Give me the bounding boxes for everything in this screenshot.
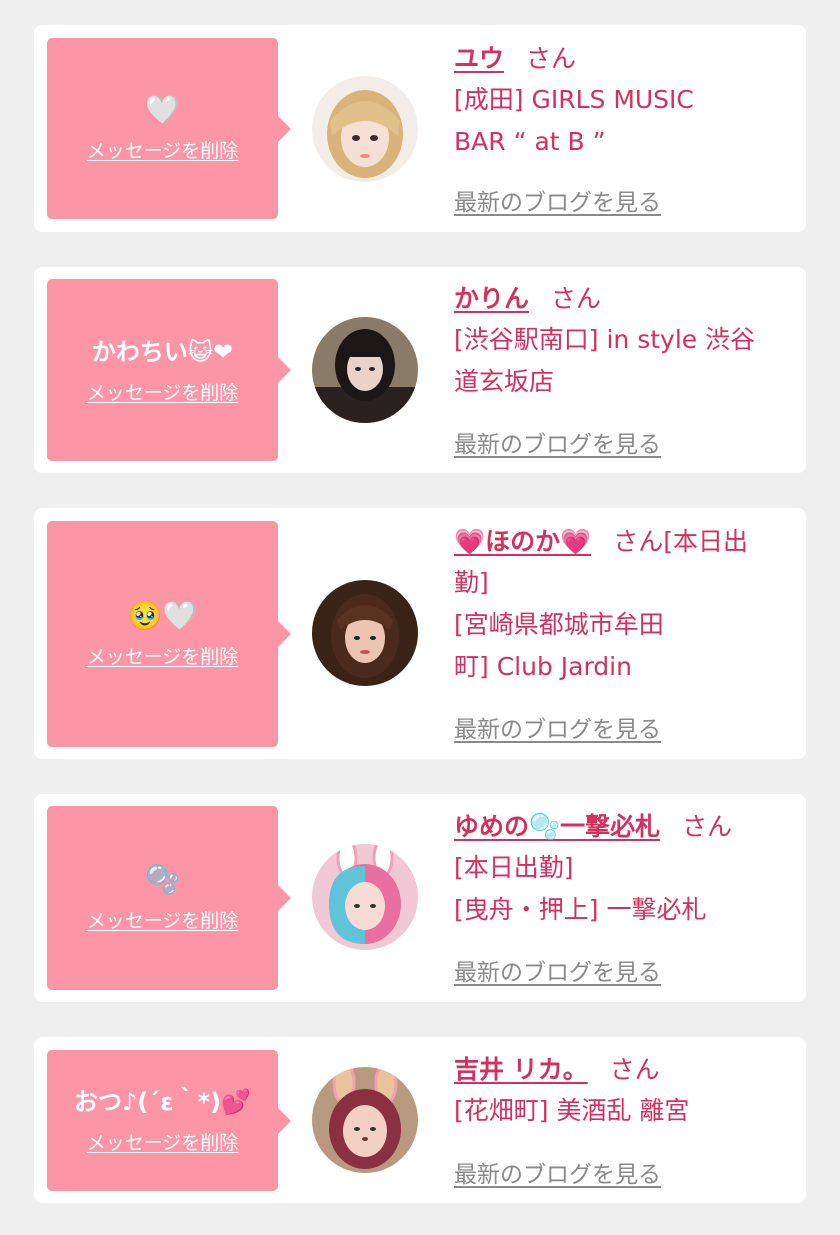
latest-blog-link[interactable]: 最新のブログを見る xyxy=(454,183,661,217)
avatar[interactable] xyxy=(312,580,418,686)
shop-line: [花畑町] 美酒乱 離宮 xyxy=(454,1096,690,1125)
delete-message-link[interactable]: メッセージを削除 xyxy=(87,136,239,163)
message-text: 🥹🤍 xyxy=(127,598,198,632)
latest-blog-link[interactable]: 最新のブログを見る xyxy=(454,1155,661,1189)
cast-name-link[interactable]: ゆめの🫧一撃必札 xyxy=(454,812,660,841)
avatar[interactable] xyxy=(312,76,418,182)
honorific: さん xyxy=(682,812,733,841)
avatar[interactable] xyxy=(312,844,418,950)
avatar[interactable] xyxy=(312,1067,418,1173)
message-bubble: おつ♪(´ε｀*)💕 メッセージを削除 xyxy=(47,1050,291,1191)
cast-name-link[interactable]: 吉井 リカ。 xyxy=(454,1055,588,1084)
shop-line: BAR “ at B ” xyxy=(454,127,606,156)
cast-info: 💗ほのか💗 さん[本日出 勤] [宮崎県都城市牟田 町] Club Jardin xyxy=(454,522,789,688)
message-text: 🤍 xyxy=(145,93,180,126)
message-text: おつ♪(´ε｀*)💕 xyxy=(73,1088,252,1116)
shop-line: [渋谷駅南口] in style 渋谷 xyxy=(454,325,756,354)
avatar[interactable] xyxy=(312,317,418,423)
shop-line: 道玄坂店 xyxy=(454,367,555,396)
latest-blog-link[interactable]: 最新のブログを見る xyxy=(454,953,661,987)
honorific: さん xyxy=(526,44,577,73)
honorific: さん xyxy=(551,284,602,313)
delete-message-link[interactable]: メッセージを削除 xyxy=(87,1128,239,1155)
cast-info: ユウ さん [成田] GIRLS MUSIC BAR “ at B ” xyxy=(454,39,789,163)
message-bubble: 🤍 メッセージを削除 xyxy=(47,38,291,219)
cast-info: 吉井 リカ。 さん [花畑町] 美酒乱 離宮 xyxy=(454,1050,789,1132)
message-card: おつ♪(´ε｀*)💕 メッセージを削除 吉井 リカ。 さん [花畑町] 美酒乱 離… xyxy=(34,1037,806,1203)
message-card: 🫧 メッセージを削除 ゆめの🫧一撃必札 さん [本日出勤] [曳舟・押上] 一撃必… xyxy=(34,794,806,1002)
delete-message-link[interactable]: メッセージを削除 xyxy=(87,906,239,933)
shop-line: [曳舟・押上] 一撃必札 xyxy=(454,895,707,924)
shop-line: [成田] GIRLS MUSIC xyxy=(454,85,694,114)
shop-line: 勤] xyxy=(454,568,489,597)
delete-message-link[interactable]: メッセージを削除 xyxy=(87,642,239,669)
honorific: さん xyxy=(609,1055,660,1084)
message-card: かわちい😺❤ メッセージを削除 かりん さん [渋谷駅南口] in style 渋… xyxy=(34,267,806,473)
message-bubble: 🥹🤍 メッセージを削除 xyxy=(47,521,291,747)
message-bubble: かわちい😺❤ メッセージを削除 xyxy=(47,279,291,461)
shop-line: [本日出勤] xyxy=(454,853,574,882)
cast-info: ゆめの🫧一撃必札 さん [本日出勤] [曳舟・押上] 一撃必札 xyxy=(454,807,789,931)
cast-name-link[interactable]: かりん xyxy=(454,284,529,313)
honorific: さん[本日出 xyxy=(613,527,749,556)
message-card: 🥹🤍 メッセージを削除 💗ほのか💗 さん[本日出 勤] [宮崎県都城市牟田 町] … xyxy=(34,508,806,759)
message-text: 🫧 xyxy=(145,862,180,896)
message-bubble: 🫧 メッセージを削除 xyxy=(47,806,291,990)
delete-message-link[interactable]: メッセージを削除 xyxy=(87,378,239,405)
latest-blog-link[interactable]: 最新のブログを見る xyxy=(454,425,661,459)
latest-blog-link[interactable]: 最新のブログを見る xyxy=(454,710,661,744)
cast-info: かりん さん [渋谷駅南口] in style 渋谷 道玄坂店 xyxy=(454,279,789,403)
shop-line: 町] Club Jardin xyxy=(454,652,632,681)
message-card: 🤍 メッセージを削除 ユウ さん [成田] GIRLS MUSIC BAR “ a… xyxy=(34,25,806,232)
cast-name-link[interactable]: 💗ほのか💗 xyxy=(454,527,591,556)
message-text: かわちい😺❤ xyxy=(91,337,234,366)
shop-line: [宮崎県都城市牟田 xyxy=(454,610,664,639)
cast-name-link[interactable]: ユウ xyxy=(454,44,504,73)
